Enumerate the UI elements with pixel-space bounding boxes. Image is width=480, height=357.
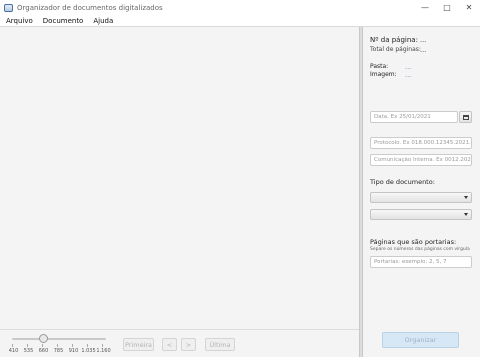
calendar-button[interactable] xyxy=(459,111,472,123)
side-panel: Nº da página: ... Total de páginas: ... … xyxy=(363,27,480,357)
portarias-label: Páginas que são portarias: xyxy=(370,238,457,246)
portarias-field[interactable]: Portarias: exemplo: 2, 5, 7 xyxy=(370,256,472,268)
first-page-button[interactable]: Primeira xyxy=(123,338,154,351)
zoom-tick-label: 535 xyxy=(23,348,34,354)
prev-page-button[interactable]: < xyxy=(162,338,177,351)
chevron-down-icon xyxy=(464,196,468,199)
zoom-tick-label: 1.035 xyxy=(81,348,96,354)
folder-value: ... xyxy=(405,63,412,71)
image-value: ... xyxy=(405,71,412,79)
image-label: Imagem: xyxy=(370,71,397,78)
menu-bar: Arquivo Documento Ajuda xyxy=(0,15,480,27)
doc-subtype-select[interactable] xyxy=(370,209,472,220)
zoom-tick xyxy=(72,344,73,347)
zoom-tick-label: 1.160 xyxy=(96,348,111,354)
zoom-tick-label: 660 xyxy=(38,348,49,354)
zoom-slider-track[interactable] xyxy=(12,338,106,340)
page-number-value: ... xyxy=(420,36,427,44)
next-page-button[interactable]: > xyxy=(181,338,196,351)
navigation-bar: 410 535 660 785 910 1.035 1.160 Primeira… xyxy=(0,329,359,357)
organize-button[interactable]: Organizar xyxy=(382,332,459,348)
zoom-tick-labels: 410 535 660 785 910 1.035 1.160 xyxy=(6,348,111,354)
zoom-tick-label: 910 xyxy=(68,348,79,354)
zoom-tick-label: 785 xyxy=(53,348,64,354)
zoom-tick xyxy=(12,344,13,347)
chevron-down-icon xyxy=(464,213,468,216)
document-viewer[interactable] xyxy=(0,27,359,329)
close-icon[interactable]: ✕ xyxy=(458,0,480,15)
app-window: Organizador de documentos digitalizados … xyxy=(0,0,480,357)
total-pages-label: Total de páginas: xyxy=(370,46,421,53)
last-page-button[interactable]: Última xyxy=(205,338,235,351)
window-title: Organizador de documentos digitalizados xyxy=(17,3,163,12)
zoom-tick xyxy=(42,344,43,347)
menu-arquivo[interactable]: Arquivo xyxy=(0,17,37,25)
menu-documento[interactable]: Documento xyxy=(37,17,88,25)
internal-comm-field[interactable]: Comunicação Interna. Ex 0012.2021 xyxy=(370,154,472,166)
title-bar: Organizador de documentos digitalizados … xyxy=(0,0,480,15)
minimize-icon[interactable]: — xyxy=(414,0,436,15)
menu-ajuda[interactable]: Ajuda xyxy=(87,17,117,25)
zoom-tick-label: 410 xyxy=(8,348,19,354)
doc-type-label: Tipo de documento: xyxy=(370,178,435,186)
total-pages-value: ... xyxy=(420,46,427,54)
app-icon xyxy=(4,3,13,12)
zoom-slider-thumb[interactable] xyxy=(39,334,48,343)
folder-label: Pasta: xyxy=(370,63,389,70)
maximize-icon[interactable]: □ xyxy=(436,0,458,15)
zoom-tick xyxy=(27,344,28,347)
doc-type-select[interactable] xyxy=(370,192,472,203)
zoom-tick xyxy=(57,344,58,347)
date-field[interactable]: Data. Ex 25/01/2021 xyxy=(370,111,458,123)
zoom-tick xyxy=(102,344,103,347)
zoom-tick xyxy=(87,344,88,347)
portarias-hint: Separe os números das páginas com vírgul… xyxy=(370,247,470,252)
protocol-field[interactable]: Protocolo. Ex 018.000.12345.2021.1 xyxy=(370,137,472,149)
page-number-label: Nº da página: xyxy=(370,36,418,44)
calendar-icon xyxy=(462,114,469,120)
